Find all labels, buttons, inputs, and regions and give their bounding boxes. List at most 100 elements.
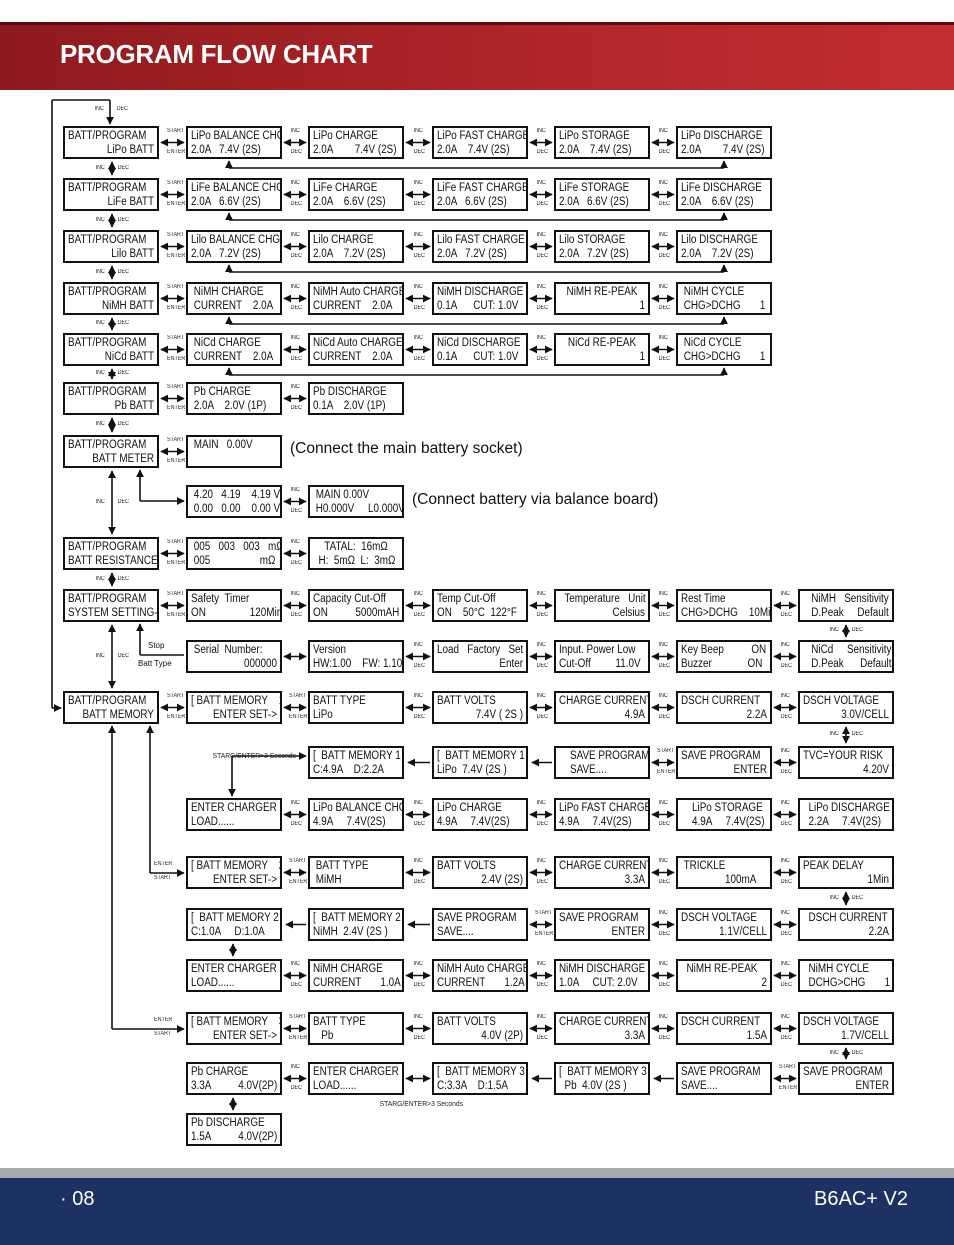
lcd-line-1: DSCH VOLTAGE: [681, 912, 758, 924]
lcd-line-1: Lilo DISCHARGE: [681, 234, 758, 246]
label-start: START: [166, 180, 184, 186]
lcd-screen-box: NiMH RE-PEAK 2: [676, 959, 772, 992]
lcd-line-2: BATT RESISTANCE: [68, 555, 158, 567]
lcd-text: SAVE PROGRAM ENTER: [803, 1065, 889, 1093]
label-dec: DEC: [536, 1035, 549, 1041]
lcd-text: [ BATT MEMORY 1 ] ENTER SET->: [191, 694, 280, 722]
footer: · 08 B6AC+ V2: [0, 1178, 954, 1245]
lcd-line-2: 4.0V (2P): [481, 1030, 523, 1042]
label-dec: DEC: [413, 612, 426, 618]
lcd-line-2: ON 5000mAH: [313, 607, 400, 619]
lcd-line-1: Pb DISCHARGE: [313, 386, 387, 398]
lcd-line-2: 2.0A 6.6V (2S): [313, 196, 386, 208]
lcd-screen-box: NiCd CYCLE CHG>DCHG 1: [676, 333, 772, 366]
lcd-line-1: SAVE PROGRAM: [681, 1066, 761, 1078]
lcd-line-2: 3.0V/CELL: [841, 709, 889, 721]
label-start: START: [166, 232, 184, 238]
lcd-line-1: LiPo DISCHARGE: [803, 802, 890, 814]
lcd-screen-box: NiCd CHARGE CURRENT 2.0A: [186, 333, 282, 366]
label-start: START: [166, 693, 184, 699]
label-dec: DEC: [658, 982, 671, 988]
lcd-text: NiMH Sensitivity D.Peak Default: [803, 592, 889, 620]
lcd-line-1: BATT/PROGRAM: [68, 386, 147, 398]
lcd-screen-box: Capacity Cut-Off ON 5000mAH: [308, 589, 404, 622]
lcd-text: [ BATT MEMORY 2 ] NiMH 2.4V (2S ): [313, 911, 401, 939]
lcd-text: [ BATT MEMORY 1 ] LiPo 7.4V (2S ): [437, 749, 525, 777]
lcd-screen-box: Lilo FAST CHARGE 2.0A 7.2V (2S): [432, 230, 528, 263]
lcd-screen-box: ENTER CHARGER LOAD......: [186, 959, 282, 992]
lcd-line-1: NiCd RE-PEAK: [567, 337, 637, 349]
lcd-line-2: NiMH 2.4V (2S ): [313, 926, 388, 938]
lcd-line-1: Version: [313, 644, 346, 656]
lcd-line-1: ENTER CHARGER: [191, 963, 277, 975]
lcd-line-2: 2.0A 7.4V (2S): [559, 144, 632, 156]
label-inc: INC: [290, 591, 300, 597]
label-dec: DEC: [536, 821, 549, 827]
lcd-line-2: 4.9A 7.4V(2S): [559, 816, 632, 828]
lcd-line-1: Rest Time: [681, 593, 726, 605]
starg-label: STARG/ENTER>3 Seconds: [379, 1099, 463, 1108]
lcd-text: SAVE PROGRAM ENTER: [681, 749, 767, 777]
lcd-screen-box: LiFe CHARGE 2.0A 6.6V (2S): [308, 178, 404, 211]
lcd-line-2: 2.0A 7.2V (2S): [313, 248, 386, 260]
label-enter: ENTER: [166, 612, 185, 618]
label-dec: DEC: [117, 164, 130, 171]
lcd-screen-box: Pb CHARGE 3.3A 4.0V(2P): [186, 1062, 282, 1095]
lcd-line-2: 3.3A 4.0V(2P): [191, 1080, 278, 1092]
lcd-text: NiCd Sensitivity D.Peak Default: [803, 643, 892, 671]
lcd-screen-box: PEAK DELAY 1Min: [798, 856, 894, 889]
lcd-text: LiPo DISCHARGE 2.0A 7.4V (2S): [681, 129, 767, 157]
lcd-line-2: LOAD......: [191, 977, 235, 989]
note-main-socket: (Connect the main battery socket): [290, 440, 523, 457]
lcd-screen-box: NiMH Auto CHARGE CURRENT 2.0A: [308, 282, 404, 315]
label-inc: INC: [413, 961, 423, 967]
lcd-screen-box: NiMH CHARGE CURRENT 1.0A: [308, 959, 404, 992]
lcd-line-2: 2: [761, 977, 767, 989]
lcd-screen-box: Temperature Unit Celsius: [554, 589, 650, 622]
label-inc: INC: [536, 693, 546, 699]
label-dec: DEC: [536, 714, 549, 720]
label-inc: INC: [536, 284, 546, 290]
lcd-line-2: CHG>DCHG 10Min: [681, 607, 772, 619]
lcd-line-1: LiPo FAST CHARGE: [437, 130, 528, 142]
lcd-screen-box: NiMH RE-PEAK 1: [554, 282, 650, 315]
label-dec: DEC: [780, 982, 793, 988]
lcd-text: DSCH VOLTAGE 3.0V/CELL: [803, 694, 889, 722]
label-inc: INC: [780, 858, 790, 864]
lcd-screen-box: BATT VOLTS 7.4V ( 2S ): [432, 691, 528, 724]
lcd-text: SAVE PROGRAM ENTER: [559, 911, 645, 939]
lcd-screen-box: BATT/PROGRAM LiPo BATT: [63, 126, 159, 159]
label-enter: ENTER: [154, 1017, 173, 1023]
lcd-line-2: 2.0A 7.2V (2S): [191, 248, 261, 260]
lcd-line-2: 0.00 0.00 0.00 V: [191, 503, 281, 515]
lcd-text: BATT VOLTS 2.4V (2S): [437, 859, 523, 887]
lcd-text: NiMH DISCHARGE 1.0A CUT: 2.0V: [559, 962, 645, 990]
lcd-screen-box: NiMH CHARGE CURRENT 2.0A: [186, 282, 282, 315]
lcd-line-2: H0.000V L0.000V: [313, 503, 404, 515]
label-inc: INC: [94, 106, 104, 112]
lcd-line-2: LiPo 7.4V (2S ): [437, 764, 507, 776]
label-start: START: [166, 539, 184, 545]
lcd-line-1: NiCd CYCLE: [681, 337, 742, 349]
lcd-line-2: Pb: [313, 1030, 334, 1042]
lcd-text: 005 003 003 mΩ 005 mΩ: [191, 540, 280, 568]
lcd-screen-box: CHARGE CURRENT 3.3A: [554, 1012, 650, 1045]
batt-type-label: Batt Type: [138, 659, 172, 668]
label-inc: INC: [290, 961, 300, 967]
label-inc: INC: [95, 575, 105, 582]
lcd-line-2: D.Peak Default: [803, 658, 892, 670]
lcd-line-2: LiPo: [313, 709, 333, 721]
lcd-text: Key Beep ON Buzzer ON: [681, 643, 767, 671]
lcd-text: LiPo CHARGE 4.9A 7.4V(2S): [437, 801, 523, 829]
lcd-line-2: 000000: [243, 658, 277, 670]
lcd-line-1: TATAL: 16mΩ: [324, 541, 388, 553]
lcd-line-2: Buzzer ON: [681, 658, 763, 670]
lcd-screen-box: ENTER CHARGER LOAD......: [186, 798, 282, 831]
label-dec: DEC: [413, 253, 426, 259]
lcd-text: LiFe STORAGE 2.0A 6.6V (2S): [559, 181, 645, 209]
lcd-line-1: Load Factory Set: [437, 644, 524, 656]
lcd-line-2: CURRENT 2.0A: [191, 351, 274, 363]
lcd-line-2: Pb BATT: [114, 400, 154, 412]
lcd-line-2: ENTER SET->: [212, 1030, 277, 1042]
lcd-screen-box: LiFe BALANCE CHG 2.0A 6.6V (2S): [186, 178, 282, 211]
